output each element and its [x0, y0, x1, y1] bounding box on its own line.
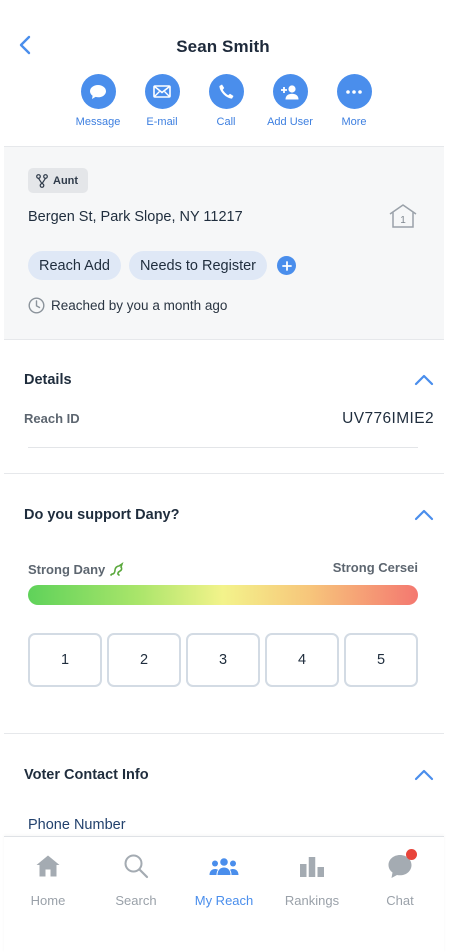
call-label: Call [216, 116, 236, 128]
notification-dot [406, 849, 417, 860]
add-user-button[interactable]: Add User [258, 74, 322, 128]
voter-contact-collapse-button[interactable] [414, 768, 434, 782]
tab-rankings[interactable]: Rankings [268, 849, 356, 908]
relationship-badge[interactable]: Aunt [28, 168, 89, 193]
tab-my-reach[interactable]: My Reach [180, 849, 268, 908]
contact-info-panel: Aunt Bergen St, Park Slope, NY 11217 1 R… [4, 146, 444, 340]
support-gradient-bar [28, 585, 418, 605]
add-user-icon [272, 74, 308, 109]
tab-search-label: Search [115, 893, 157, 908]
add-tag-button[interactable] [277, 256, 297, 275]
tab-home[interactable]: Home [4, 849, 92, 908]
add-user-label: Add User [267, 116, 313, 128]
house-icon: 1 [389, 204, 417, 228]
profile-header: Sean Smith Message E-mail Call Add User [0, 0, 446, 146]
action-bar: Message E-mail Call Add User More [66, 74, 386, 134]
details-collapse-button[interactable] [414, 373, 434, 387]
divider [28, 447, 418, 448]
tab-chat-label: Chat [386, 893, 414, 908]
chevron-up-icon [414, 509, 434, 521]
message-label: Message [75, 116, 121, 128]
household-count: 1 [400, 215, 406, 226]
reached-status: Reached by you a month ago [28, 297, 227, 314]
people-icon [209, 858, 239, 875]
chevron-up-icon [414, 374, 434, 386]
tab-my-reach-label: My Reach [194, 893, 254, 908]
voter-contact-title: Voter Contact Info [24, 767, 149, 783]
tab-chat[interactable]: Chat [356, 849, 444, 908]
scale-option-4[interactable]: 4 [265, 633, 339, 687]
ellipsis-icon [336, 74, 372, 109]
page-title: Sean Smith [176, 37, 270, 56]
scale-left-label: Strong Dany [28, 561, 125, 577]
tab-search[interactable]: Search [92, 849, 180, 908]
tag-list: Reach Add Needs to Register [28, 251, 297, 280]
clock-icon [28, 297, 45, 314]
section-divider [4, 473, 444, 474]
relationship-icon [36, 173, 48, 188]
section-divider [4, 733, 444, 734]
details-title: Details [24, 372, 72, 388]
email-label: E-mail [146, 116, 178, 128]
scale-right-label: Strong Cersei [332, 560, 418, 575]
bar-chart-icon [300, 857, 324, 877]
more-label: More [341, 116, 367, 128]
address-text: Bergen St, Park Slope, NY 11217 [28, 209, 243, 225]
tab-home-label: Home [30, 893, 66, 908]
bottom-tab-bar: Home Search My Reach Rankings Chat [4, 836, 444, 952]
support-scale: 1 2 3 4 5 [28, 633, 418, 687]
relationship-label: Aunt [53, 174, 79, 187]
chevron-up-icon [414, 769, 434, 781]
phone-icon [208, 74, 244, 109]
tag-chip[interactable]: Reach Add [28, 251, 121, 280]
scale-left-text: Strong Dany [28, 561, 106, 577]
tab-rankings-label: Rankings [284, 893, 340, 908]
message-button[interactable]: Message [66, 74, 130, 128]
home-icon [36, 855, 60, 877]
envelope-icon [144, 74, 180, 109]
scale-option-3[interactable]: 3 [186, 633, 260, 687]
scale-option-1[interactable]: 1 [28, 633, 102, 687]
search-icon [124, 854, 149, 879]
support-title: Do you support Dany? [24, 507, 180, 523]
dragon-icon [110, 562, 124, 577]
reached-text: Reached by you a month ago [51, 298, 228, 313]
call-button[interactable]: Call [194, 74, 258, 128]
reach-id-value: UV776IMIE2 [342, 410, 434, 427]
phone-number-label: Phone Number [28, 817, 126, 833]
chat-bubble-icon [80, 74, 116, 109]
plus-icon [281, 260, 292, 271]
more-button[interactable]: More [322, 74, 386, 128]
support-collapse-button[interactable] [414, 508, 434, 522]
scale-option-2[interactable]: 2 [107, 633, 181, 687]
email-button[interactable]: E-mail [130, 74, 194, 128]
reach-id-label: Reach ID [24, 411, 80, 426]
tag-chip[interactable]: Needs to Register [128, 251, 268, 280]
household-button[interactable]: 1 [388, 203, 418, 234]
scale-option-5[interactable]: 5 [344, 633, 418, 687]
